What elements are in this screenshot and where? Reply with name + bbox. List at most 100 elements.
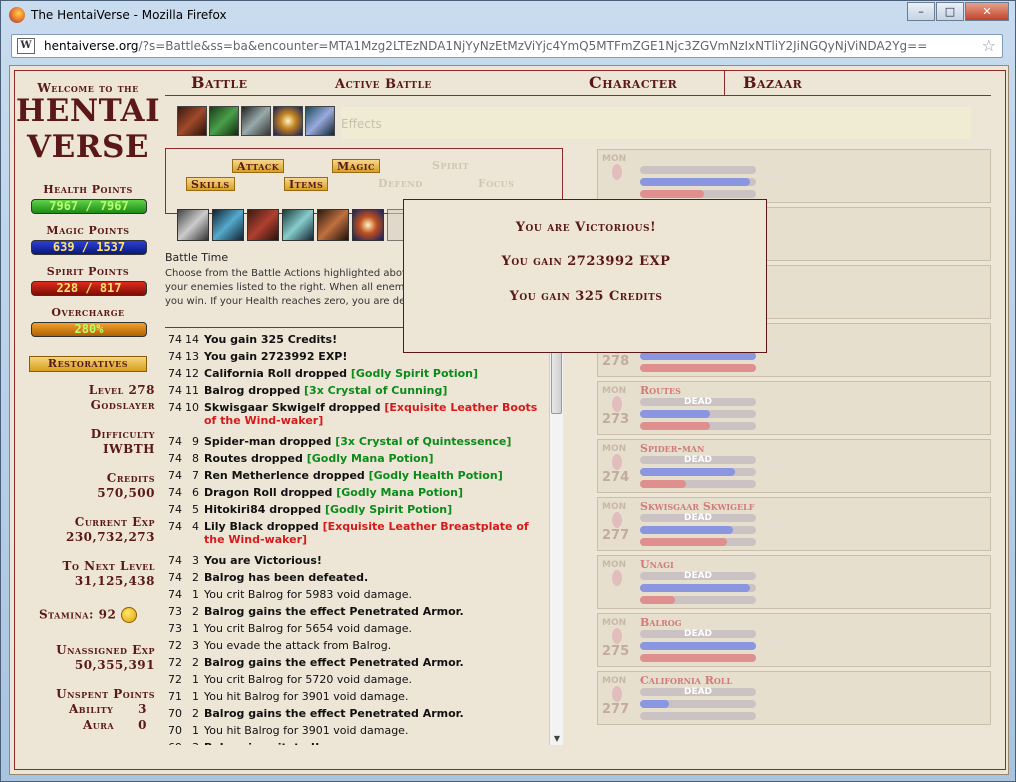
restoratives-button[interactable]: Restoratives — [29, 356, 147, 372]
monster-dead-label: DEAD — [683, 571, 713, 581]
log-step: 2 — [192, 571, 199, 584]
monster-mp-fill — [640, 468, 736, 476]
monster-mp-fill — [640, 178, 751, 186]
magic-button[interactable]: Magic — [332, 159, 380, 173]
scroll-thumb[interactable] — [551, 344, 562, 414]
log-turn: 72 — [168, 656, 182, 669]
monster-portrait-icon — [612, 454, 622, 470]
monster-tag: MON — [602, 154, 627, 164]
exp-label: Current Exp — [74, 515, 155, 529]
log-step: 7 — [192, 469, 199, 482]
attack-button[interactable]: Attack — [232, 159, 285, 173]
monster-sp-bar — [640, 364, 756, 372]
monster-dead-label: DEAD — [683, 455, 713, 465]
monster-level: 277 — [602, 702, 630, 717]
effect-icon[interactable] — [273, 106, 303, 136]
monster-portrait-icon — [612, 512, 622, 528]
monster-card[interactable]: MON 277 Skwisgaar Skwigelf DEAD Active Statu… — [597, 497, 991, 551]
monster-mp-bar — [640, 584, 756, 592]
log-turn: 70 — [168, 707, 182, 720]
monster-portrait-icon — [612, 570, 622, 586]
effect-icon[interactable] — [241, 106, 271, 136]
log-message: You crit Balrog for 5983 void damage. — [204, 588, 413, 601]
log-turn: 74 — [168, 452, 182, 465]
bookmark-star-icon[interactable]: ☆ — [982, 36, 996, 55]
monster-dead-label: DEAD — [683, 397, 713, 407]
monster-sp-fill — [640, 422, 710, 430]
log-item-drop: [Godly Health Potion] — [368, 469, 503, 482]
skills-button[interactable]: Skills — [186, 177, 235, 191]
monster-card[interactable]: MON 275 Balrog DEAD Active Status Effects — [597, 613, 991, 667]
log-message: You crit Balrog for 5720 void damage. — [204, 673, 413, 686]
spell-icon[interactable] — [212, 209, 244, 241]
url-text[interactable]: hentaiverse.org/?s=Battle&ss=ba&encounte… — [44, 39, 927, 53]
battle-time-title: Battle Time — [165, 251, 229, 264]
maximize-button[interactable]: □ — [936, 2, 964, 21]
monster-sp-fill — [640, 538, 727, 546]
focus-button[interactable]: Focus — [474, 177, 518, 191]
browser-window: The HentaiVerse - Mozilla Firefox – □ ✕ … — [0, 0, 1016, 782]
minimize-button[interactable]: – — [907, 2, 935, 21]
log-step: 5 — [192, 503, 199, 516]
monster-status-effects: Active Status Effects — [766, 458, 909, 472]
monster-mp-bar — [640, 352, 756, 360]
log-message: Balrog dropped [3x Crystal of Cunning] — [204, 384, 448, 397]
effect-icon[interactable] — [177, 106, 207, 136]
effect-icon[interactable] — [209, 106, 239, 136]
close-button[interactable]: ✕ — [965, 2, 1009, 21]
log-item-drop: [Godly Spirit Potion] — [324, 503, 453, 516]
monster-card[interactable]: MON Active Status Effects — [597, 149, 991, 203]
log-item-drop: [Godly Spirit Potion] — [350, 367, 478, 380]
monster-level: 275 — [602, 644, 630, 659]
nav-character[interactable]: Character — [589, 73, 677, 92]
scroll-down-icon[interactable]: ▼ — [550, 732, 563, 745]
stamina-row: Stamina: 92 — [15, 607, 161, 623]
monster-sp-bar — [640, 190, 756, 198]
log-message: You crit Balrog for 5654 void damage. — [204, 622, 413, 635]
nav-divider — [165, 95, 991, 96]
spell-icon[interactable] — [177, 209, 209, 241]
log-step: 1 — [192, 622, 199, 635]
active-effect-icons — [177, 106, 337, 136]
monster-portrait-icon — [612, 396, 622, 412]
overcharge-bar: 280% — [31, 322, 147, 337]
spell-icon[interactable] — [317, 209, 349, 241]
stamina-smiley-icon — [121, 607, 137, 623]
effects-panel — [341, 107, 971, 139]
log-turn: 74 — [168, 333, 182, 346]
nav-active-battle[interactable]: Active Battle — [335, 77, 432, 92]
spirit-button[interactable]: Spirit — [428, 159, 473, 173]
window-title: The HentaiVerse - Mozilla Firefox — [31, 8, 227, 22]
monster-card[interactable]: MON 277 California Roll DEAD Active Status E… — [597, 671, 991, 725]
log-step: 12 — [185, 367, 199, 380]
spell-icon[interactable] — [352, 209, 384, 241]
log-message: Balrog is agitated! — [204, 741, 549, 745]
monster-mp-bar — [640, 410, 756, 418]
address-bar[interactable]: W hentaiverse.org/?s=Battle&ss=ba&encoun… — [11, 34, 1003, 58]
log-message: Balrog gains the effect Penetrated Armor… — [204, 605, 464, 618]
game-frame: Welcome to the HENTAI VERSE Health Point… — [14, 70, 1006, 770]
log-item-drop: [3x Crystal of Cunning] — [304, 384, 448, 397]
monster-card[interactable]: MON Unagi DEAD Active Status Effects — [597, 555, 991, 609]
log-scrollbar[interactable]: ▲ ▼ — [549, 328, 563, 745]
nav-bazaar[interactable]: Bazaar — [743, 73, 802, 92]
log-message: Ren Metherlence dropped [Godly Health Po… — [204, 469, 503, 482]
monster-card[interactable]: MON 274 Spider-man DEAD Active Status Effect… — [597, 439, 991, 493]
effect-icon[interactable] — [305, 106, 335, 136]
log-message: You evade the attack from Balrog. — [204, 639, 392, 652]
monster-name: California Roll — [640, 674, 733, 687]
monster-mp-fill — [640, 642, 756, 650]
log-turn: 74 — [168, 401, 182, 414]
monster-card[interactable]: MON 273 Routes DEAD Active Status Effects — [597, 381, 991, 435]
monster-dead-label: DEAD — [683, 629, 713, 639]
spirit-label: Spirit Points — [46, 265, 130, 278]
spell-icon[interactable] — [282, 209, 314, 241]
battle-log[interactable]: ▲ ▼ 7414You gain 325 Credits!7413You gai… — [165, 327, 563, 745]
nav-battle[interactable]: Battle — [191, 73, 248, 92]
monster-mp-bar — [640, 178, 756, 186]
spell-icon[interactable] — [247, 209, 279, 241]
items-button[interactable]: Items — [284, 177, 329, 191]
defend-button[interactable]: Defend — [374, 177, 427, 191]
character-sidebar: Welcome to the HENTAI VERSE Health Point… — [15, 81, 161, 732]
monster-mp-fill — [640, 352, 756, 360]
